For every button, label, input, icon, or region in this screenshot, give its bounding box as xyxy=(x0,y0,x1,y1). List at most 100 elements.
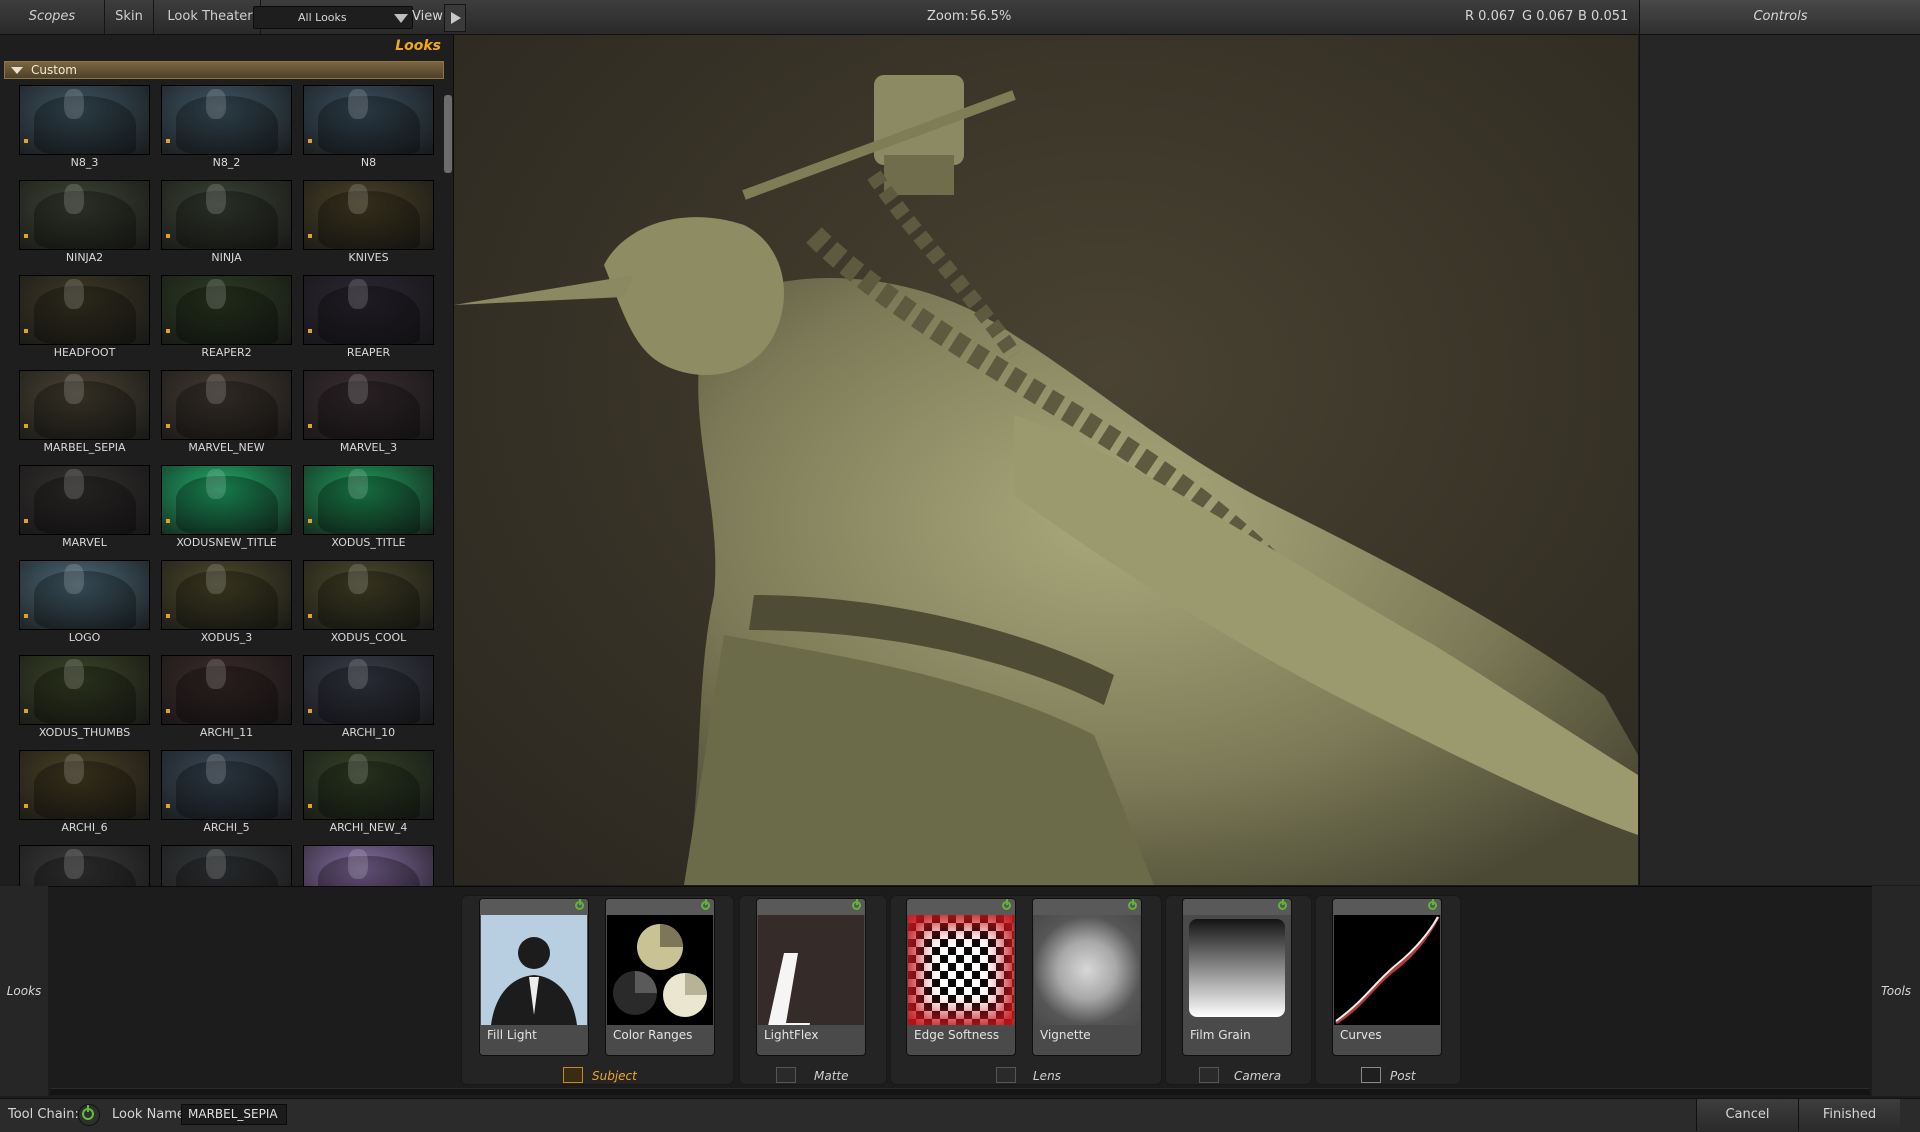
tool-card-curves[interactable]: Curves xyxy=(1332,898,1442,1056)
zoom-label: Zoom: xyxy=(927,9,969,24)
look-thumbnail[interactable] xyxy=(161,750,292,820)
chevron-down-icon xyxy=(394,14,408,23)
look-thumbnail-label: ARCHI_NEW_4 xyxy=(329,821,408,834)
group-label-lens[interactable]: Lens xyxy=(1033,1069,1061,1083)
look-thumbnail[interactable] xyxy=(19,465,150,535)
look-thumbnail[interactable] xyxy=(303,275,434,345)
thumbnail-highlight xyxy=(206,754,226,784)
look-thumbnail[interactable] xyxy=(19,560,150,630)
look-thumbnail[interactable] xyxy=(161,275,292,345)
side-tab-tools[interactable]: Tools xyxy=(1872,886,1920,1096)
skin-button[interactable]: Skin xyxy=(105,0,154,34)
play-button[interactable] xyxy=(444,4,466,32)
look-thumbnail[interactable] xyxy=(19,180,150,250)
thumbnail-highlight xyxy=(64,184,84,214)
look-thumbnail[interactable] xyxy=(303,655,434,725)
power-icon[interactable] xyxy=(1428,899,1437,910)
look-thumbnail[interactable] xyxy=(161,180,292,250)
thumbnail-highlight xyxy=(64,89,84,119)
look-name-input[interactable] xyxy=(181,1104,287,1125)
view-label[interactable]: View xyxy=(412,0,443,34)
look-thumbnail[interactable] xyxy=(303,370,434,440)
tool-card-label: Fill Light xyxy=(487,1028,537,1042)
looks-browser-panel: Looks Custom N8_3 N8_2 N8 NINJA2 NINJA KNIVES… xyxy=(0,35,454,915)
look-thumbnail[interactable] xyxy=(19,275,150,345)
look-thumbnail[interactable] xyxy=(303,85,434,155)
look-marker-icon xyxy=(24,614,28,618)
color-ranges-icon xyxy=(607,915,713,1025)
thumbnail-highlight xyxy=(64,564,84,594)
tool-card-color-ranges[interactable]: Color Ranges xyxy=(605,898,715,1056)
look-thumbnail[interactable] xyxy=(303,465,434,535)
thumbnail-highlight xyxy=(64,754,84,784)
thumbnail-preview xyxy=(318,571,420,629)
tool-card-edge-softness[interactable]: Edge Softness xyxy=(906,898,1016,1056)
finished-button[interactable]: Finished xyxy=(1798,1099,1900,1131)
thumbnail-preview xyxy=(34,96,136,154)
look-thumbnail[interactable] xyxy=(161,465,292,535)
power-icon[interactable] xyxy=(1128,899,1137,910)
pixel-r-value: R 0.067 xyxy=(1465,9,1516,24)
look-thumbnail[interactable] xyxy=(19,655,150,725)
look-thumbnail[interactable] xyxy=(303,750,434,820)
controls-tab[interactable]: Controls xyxy=(1639,0,1920,34)
looks-panel-title: Looks xyxy=(395,38,441,54)
thumbnail-highlight xyxy=(206,564,226,594)
look-marker-icon xyxy=(308,709,312,713)
film-grain-icon xyxy=(1184,915,1290,1025)
look-thumbnail-label: MARBEL_SEPIA xyxy=(43,441,126,454)
look-thumbnail[interactable] xyxy=(303,560,434,630)
tool-card-fill-light[interactable]: Fill Light xyxy=(479,898,589,1056)
tool-card-label: Edge Softness xyxy=(914,1028,1000,1042)
scopes-button[interactable]: Scopes xyxy=(0,0,105,34)
look-thumbnail[interactable] xyxy=(161,560,292,630)
thumbnail-preview xyxy=(176,381,278,439)
expand-triangle-icon xyxy=(11,67,23,74)
look-thumbnail[interactable] xyxy=(303,180,434,250)
group-label-matte[interactable]: Matte xyxy=(814,1069,849,1083)
look-thumbnail[interactable] xyxy=(161,370,292,440)
person-icon xyxy=(563,1067,583,1083)
side-tab-looks[interactable]: Looks xyxy=(0,886,48,1096)
thumbnail-highlight xyxy=(348,659,368,689)
look-thumbnail-label: ARCHI_11 xyxy=(199,726,254,739)
power-icon[interactable] xyxy=(852,899,861,910)
power-icon[interactable] xyxy=(575,899,584,910)
power-icon[interactable] xyxy=(701,899,710,910)
look-thumbnail[interactable] xyxy=(161,85,292,155)
look-thumbnail-label: HEADFOOT xyxy=(53,346,116,359)
group-label-subject[interactable]: Subject xyxy=(592,1069,637,1083)
side-tab-tools-label: Tools xyxy=(1880,984,1912,998)
tool-chain-scrollbar[interactable] xyxy=(50,1088,1870,1095)
power-icon[interactable] xyxy=(1278,899,1287,910)
category-header-custom[interactable]: Custom xyxy=(4,61,444,79)
look-thumbnail[interactable] xyxy=(161,655,292,725)
cancel-button[interactable]: Cancel xyxy=(1696,1099,1798,1131)
look-thumbnail[interactable] xyxy=(19,85,150,155)
look-thumbnail-label: NINJA2 xyxy=(65,251,104,264)
look-thumbnail[interactable] xyxy=(19,370,150,440)
tool-card-label: Film Grain xyxy=(1190,1028,1251,1042)
group-label-camera[interactable]: Camera xyxy=(1234,1069,1281,1083)
power-icon[interactable] xyxy=(1002,899,1011,910)
looks-scrollbar[interactable] xyxy=(444,95,452,173)
look-marker-icon xyxy=(24,139,28,143)
image-viewer[interactable] xyxy=(454,35,1638,885)
look-thumbnail-label: N8_2 xyxy=(212,156,241,169)
tool-card-header xyxy=(1183,899,1291,915)
thumbnail-highlight xyxy=(348,374,368,404)
look-thumbnail-label: MARVEL_3 xyxy=(339,441,398,454)
tool-card-vignette[interactable]: Vignette xyxy=(1032,898,1142,1056)
look-thumbnail[interactable] xyxy=(19,750,150,820)
thumbnail-preview xyxy=(34,381,136,439)
tool-card-label: Color Ranges xyxy=(613,1028,693,1042)
tool-card-film-grain[interactable]: Film Grain xyxy=(1182,898,1292,1056)
thumbnail-highlight xyxy=(348,89,368,119)
group-label-post[interactable]: Post xyxy=(1390,1069,1416,1083)
look-marker-icon xyxy=(24,329,28,333)
tool-card-lightflex[interactable]: LightFlex xyxy=(756,898,866,1056)
camera-icon xyxy=(1199,1067,1219,1083)
looks-filter-dropdown[interactable]: All Looks xyxy=(253,6,413,29)
viewer-render-image xyxy=(454,75,1638,885)
tool-chain-toggle[interactable] xyxy=(78,1104,100,1126)
